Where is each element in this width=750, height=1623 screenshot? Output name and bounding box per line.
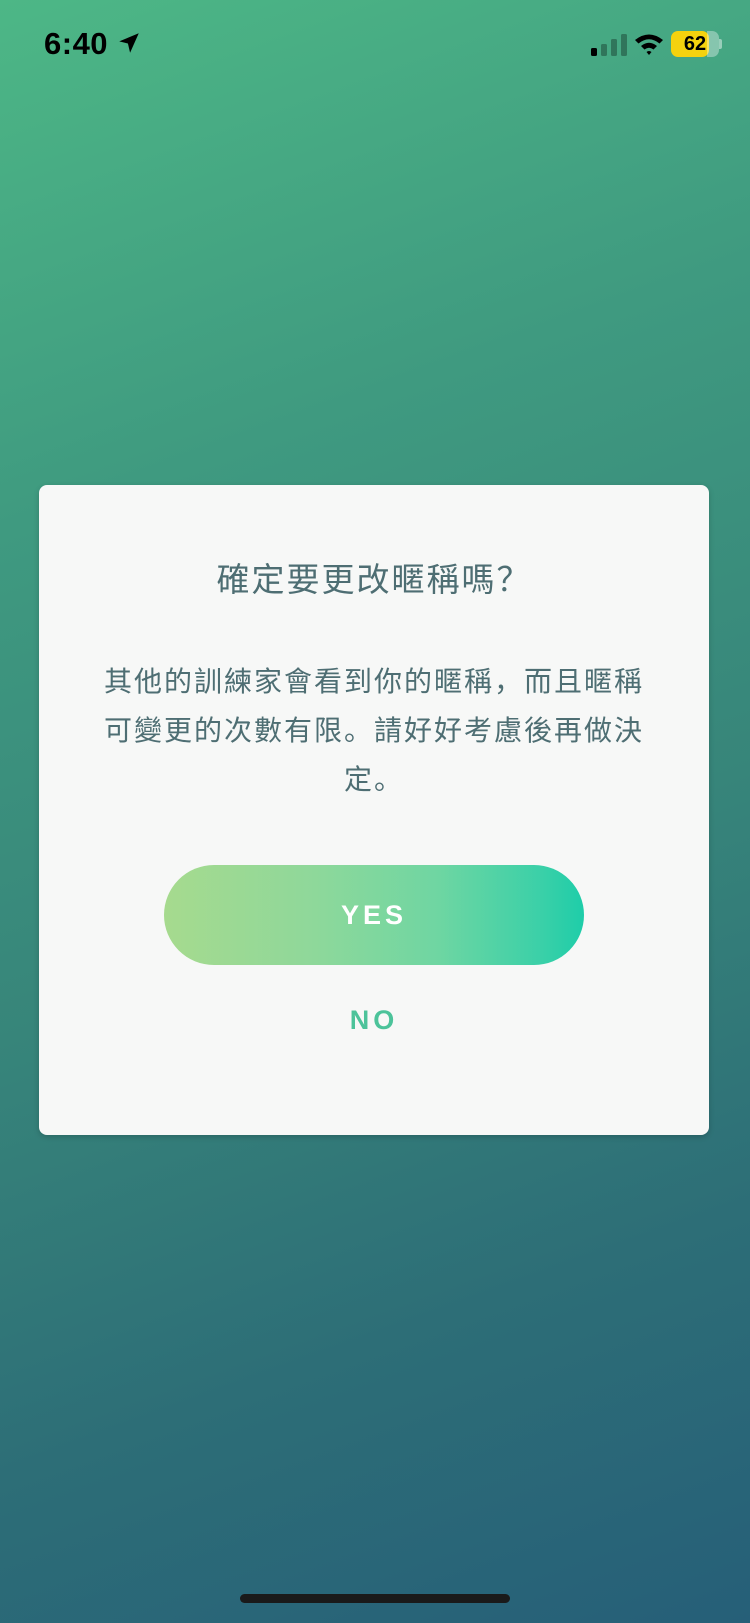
battery-cap — [719, 39, 722, 49]
cellular-signal-icon — [591, 34, 627, 56]
wifi-icon — [635, 34, 663, 55]
battery-percent: 62 — [683, 33, 707, 55]
no-button[interactable]: NO — [274, 985, 474, 1055]
no-button-label: NO — [349, 1004, 399, 1035]
status-bar: 6:40 62 — [0, 0, 750, 90]
home-indicator[interactable] — [240, 1594, 510, 1603]
dialog-message: 其他的訓練家會看到你的暱稱，而且暱稱可變更的次數有限。請好好考慮後再做決定。 — [103, 665, 644, 796]
battery-icon: 62 — [671, 31, 722, 57]
dialog-title: 確定要更改暱稱嗎？ — [216, 560, 532, 599]
location-arrow-icon — [119, 33, 139, 53]
confirm-nickname-dialog: 確定要更改暱稱嗎？ 其他的訓練家會看到你的暱稱，而且暱稱可變更的次數有限。請好好… — [39, 485, 709, 1135]
yes-button[interactable]: YES — [164, 865, 584, 965]
status-time: 6:40 — [44, 26, 109, 61]
yes-button-label: YES — [340, 899, 408, 930]
